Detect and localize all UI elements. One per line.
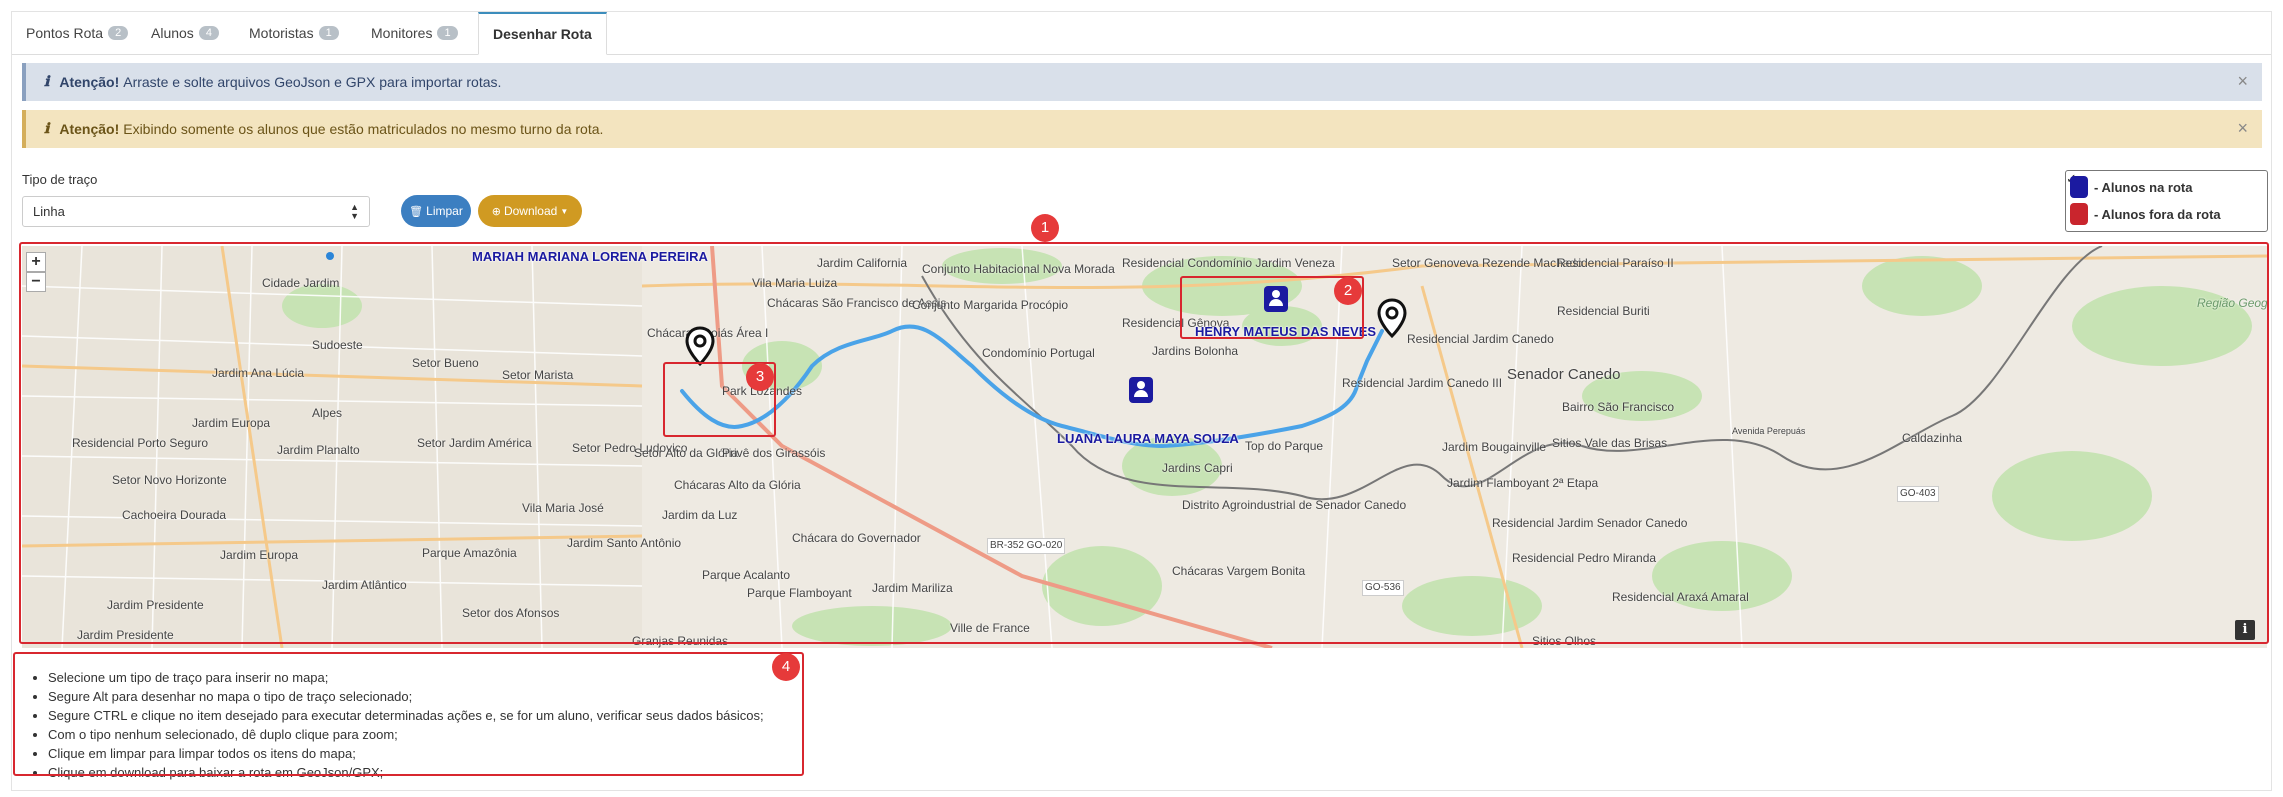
info-icon: ℹ — [44, 74, 50, 90]
close-icon[interactable]: × — [2237, 71, 2248, 92]
tab-label: Motoristas — [249, 25, 314, 41]
tab-bar: Pontos Rota 2 Alunos 4 Motoristas 1 Moni… — [12, 12, 2271, 55]
alert-text: Arraste e solte arquivos GeoJson e GPX p… — [123, 74, 502, 90]
close-icon[interactable]: × — [2237, 118, 2248, 139]
tab-count-badge: 4 — [198, 26, 219, 40]
annotation-number: 2 — [1334, 277, 1362, 305]
info-alert: ℹ Atenção! Arraste e solte arquivos GeoJ… — [22, 63, 2262, 101]
legend-label: - Alunos fora da rota — [2094, 206, 2221, 222]
trace-type-value: Linha — [33, 204, 65, 219]
legend-label: - Alunos na rota — [2094, 179, 2193, 195]
tab-count-badge: 1 — [318, 26, 339, 40]
student-pin-blue-icon — [2070, 176, 2088, 198]
clear-button-label: Limpar — [426, 204, 463, 218]
tab-count-badge: 1 — [437, 26, 458, 40]
trace-type-select[interactable]: Linha ▲ ▼ — [22, 196, 370, 227]
annotation-number: 1 — [1031, 214, 1059, 242]
alert-title: Atenção! — [59, 74, 120, 90]
annotation-box-map — [19, 242, 2269, 644]
select-arrows-icon: ▲ ▼ — [350, 202, 359, 221]
tab-count-badge: 2 — [108, 26, 129, 40]
legend-out-route: - Alunos fora da rota — [2070, 202, 2221, 226]
student-pin-red-icon — [2070, 203, 2088, 225]
download-button-label: Download — [503, 204, 558, 218]
clear-button[interactable]: 🗑 Limpar — [401, 195, 471, 227]
alert-text: Exibindo somente os alunos que estão mat… — [123, 121, 604, 137]
tab-label: Monitores — [371, 25, 433, 41]
tab-label: Desenhar Rota — [493, 26, 592, 42]
map-legend: - Alunos na rota ✓ - Alunos fora da rota — [2065, 170, 2268, 232]
tab-pontos-rota[interactable]: Pontos Rota 2 — [12, 12, 142, 54]
tab-alunos[interactable]: Alunos 4 — [137, 12, 233, 54]
annotation-number: 3 — [746, 363, 774, 391]
alert-title: Atenção! — [59, 121, 120, 137]
tab-label: Pontos Rota — [26, 25, 104, 41]
download-button[interactable]: ⊕ Download ▼ — [478, 195, 582, 227]
trash-icon: 🗑 — [409, 205, 424, 218]
tab-desenhar-rota[interactable]: Desenhar Rota — [478, 12, 607, 55]
download-icon: ⊕ — [491, 205, 501, 218]
tab-label: Alunos — [151, 25, 194, 41]
legend-in-route: - Alunos na rota — [2070, 175, 2192, 199]
annotation-box-instructions — [13, 652, 804, 776]
caret-down-icon: ▼ — [560, 206, 569, 216]
tab-motoristas[interactable]: Motoristas 1 — [235, 12, 353, 54]
tab-monitores[interactable]: Monitores 1 — [357, 12, 472, 54]
warning-alert: ℹ Atenção! Exibindo somente os alunos qu… — [22, 110, 2262, 148]
info-icon: ℹ — [44, 121, 50, 137]
annotation-number: 4 — [772, 653, 800, 681]
trace-type-label: Tipo de traço — [22, 172, 98, 187]
